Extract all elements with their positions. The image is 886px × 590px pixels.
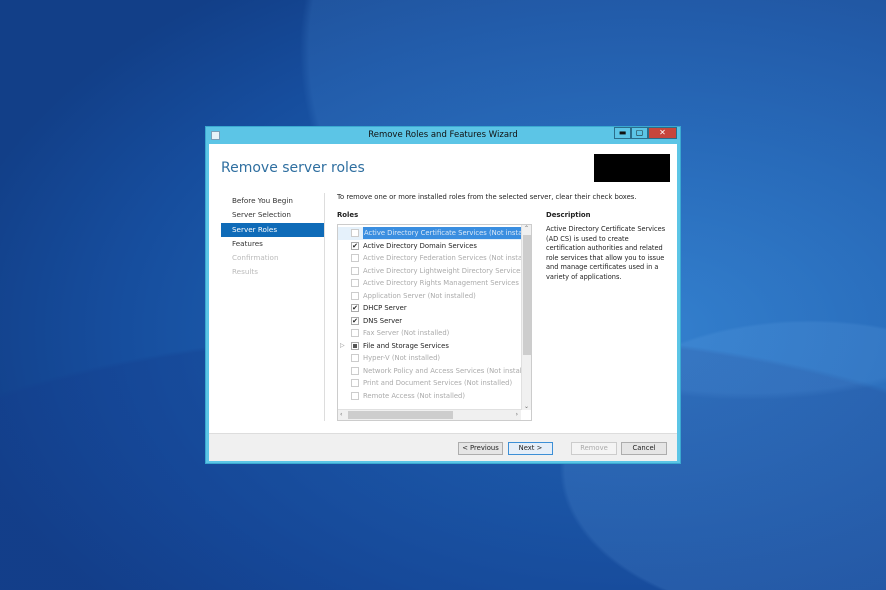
roles-list[interactable]: Remote Access (Not installed) Print and D…	[337, 224, 532, 421]
horizontal-scrollbar[interactable]: ‹ ›	[338, 409, 521, 420]
role-label: Application Server (Not installed)	[363, 291, 476, 300]
role-label: File and Storage Services	[363, 341, 449, 350]
role-label: Hyper-V (Not installed)	[363, 354, 441, 362]
role-checkbox	[351, 279, 359, 287]
role-checkbox	[351, 391, 359, 400]
role-checkbox	[351, 291, 359, 300]
instructions: To remove one or more installed roles fr…	[337, 193, 637, 201]
role-label: Active Directory Lightweight Directory S…	[363, 266, 521, 275]
role-item[interactable]: ▷ File and Storage Services	[338, 340, 521, 353]
role-item[interactable]: Network Policy and Access Services (Not …	[338, 365, 521, 378]
page-title: Remove server roles	[221, 160, 365, 176]
role-item[interactable]: Hyper-V (Not installed)	[338, 352, 521, 365]
role-item[interactable]: Active Directory Federation Services (No…	[338, 252, 521, 265]
role-checkbox	[351, 366, 359, 375]
divider	[324, 193, 325, 421]
nav-features[interactable]: Features	[221, 237, 324, 251]
role-checkbox	[351, 379, 359, 387]
role-label: Fax Server (Not installed)	[363, 329, 450, 337]
role-item[interactable]: Active Directory Lightweight Directory S…	[338, 265, 521, 278]
role-item[interactable]: Active Directory Rights Management Servi…	[338, 277, 521, 290]
remove-button: Remove	[571, 442, 617, 455]
scroll-right-icon[interactable]: ›	[516, 411, 518, 418]
role-label: Active Directory Rights Management Servi…	[363, 279, 521, 287]
window-title: Remove Roles and Features Wizard	[368, 130, 518, 140]
roles-label: Roles	[337, 211, 359, 219]
role-checkbox	[351, 254, 359, 262]
role-checkbox	[351, 354, 359, 362]
role-label: Active Directory Federation Services (No…	[363, 254, 521, 262]
scrollbar-thumb[interactable]	[348, 411, 453, 419]
role-label: Active Directory Domain Services	[363, 241, 477, 250]
role-checkbox[interactable]	[351, 341, 359, 350]
role-checkbox[interactable]: ✔	[351, 316, 359, 325]
description-text: Active Directory Certificate Services (A…	[546, 225, 666, 281]
role-label: DNS Server	[363, 316, 403, 325]
role-item[interactable]: Remote Access (Not installed)	[338, 390, 521, 403]
role-item[interactable]: ✔ DHCP Server	[338, 302, 521, 315]
next-button[interactable]: Next >	[508, 442, 553, 455]
wizard-nav: Before You Begin Server Selection Server…	[221, 194, 324, 280]
minimize-button[interactable]: ▬	[614, 127, 631, 139]
role-checkbox	[351, 229, 359, 237]
redacted-server-name	[594, 154, 670, 182]
scrollbar-thumb[interactable]	[523, 235, 531, 355]
role-checkbox	[351, 266, 359, 275]
role-label: Print and Document Services (Not install…	[363, 379, 513, 387]
close-button[interactable]: ✕	[648, 127, 677, 139]
role-checkbox	[351, 329, 359, 337]
title-bar[interactable]: Remove Roles and Features Wizard ▬ ▢ ✕	[206, 127, 680, 144]
button-bar: < Previous Next > Remove Cancel	[209, 433, 677, 461]
role-label: Network Policy and Access Services (Not …	[363, 366, 521, 375]
maximize-button[interactable]: ▢	[631, 127, 648, 139]
expand-icon[interactable]: ▷	[340, 340, 345, 352]
nav-server-selection[interactable]: Server Selection	[221, 208, 324, 222]
role-item[interactable]: Active Directory Certificate Services (N…	[338, 227, 521, 240]
role-label: Active Directory Certificate Services (N…	[363, 227, 521, 239]
cancel-button[interactable]: Cancel	[621, 442, 667, 455]
nav-confirmation: Confirmation	[232, 253, 279, 263]
role-label: DHCP Server	[363, 304, 407, 312]
wizard-window: Remove Roles and Features Wizard ▬ ▢ ✕ R…	[205, 126, 681, 464]
role-label: Remote Access (Not installed)	[363, 391, 466, 400]
role-checkbox[interactable]: ✔	[351, 241, 359, 250]
description-label: Description	[546, 211, 591, 219]
vertical-scrollbar[interactable]: ⌃ ⌄	[521, 225, 531, 410]
previous-button[interactable]: < Previous	[458, 442, 503, 455]
role-item[interactable]: Fax Server (Not installed)	[338, 327, 521, 340]
nav-before-you-begin[interactable]: Before You Begin	[221, 194, 324, 208]
nav-server-roles[interactable]: Server Roles	[221, 222, 324, 237]
role-item[interactable]: ✔ DNS Server	[338, 315, 521, 328]
scroll-up-icon[interactable]: ⌃	[524, 225, 529, 232]
role-item[interactable]: Print and Document Services (Not install…	[338, 377, 521, 390]
role-item[interactable]: ✔ Active Directory Domain Services	[338, 240, 521, 253]
scroll-down-icon[interactable]: ⌄	[524, 403, 529, 410]
role-item[interactable]: Application Server (Not installed)	[338, 290, 521, 303]
scroll-left-icon[interactable]: ‹	[340, 411, 342, 418]
nav-results: Results	[232, 267, 258, 277]
role-checkbox[interactable]: ✔	[351, 304, 359, 312]
